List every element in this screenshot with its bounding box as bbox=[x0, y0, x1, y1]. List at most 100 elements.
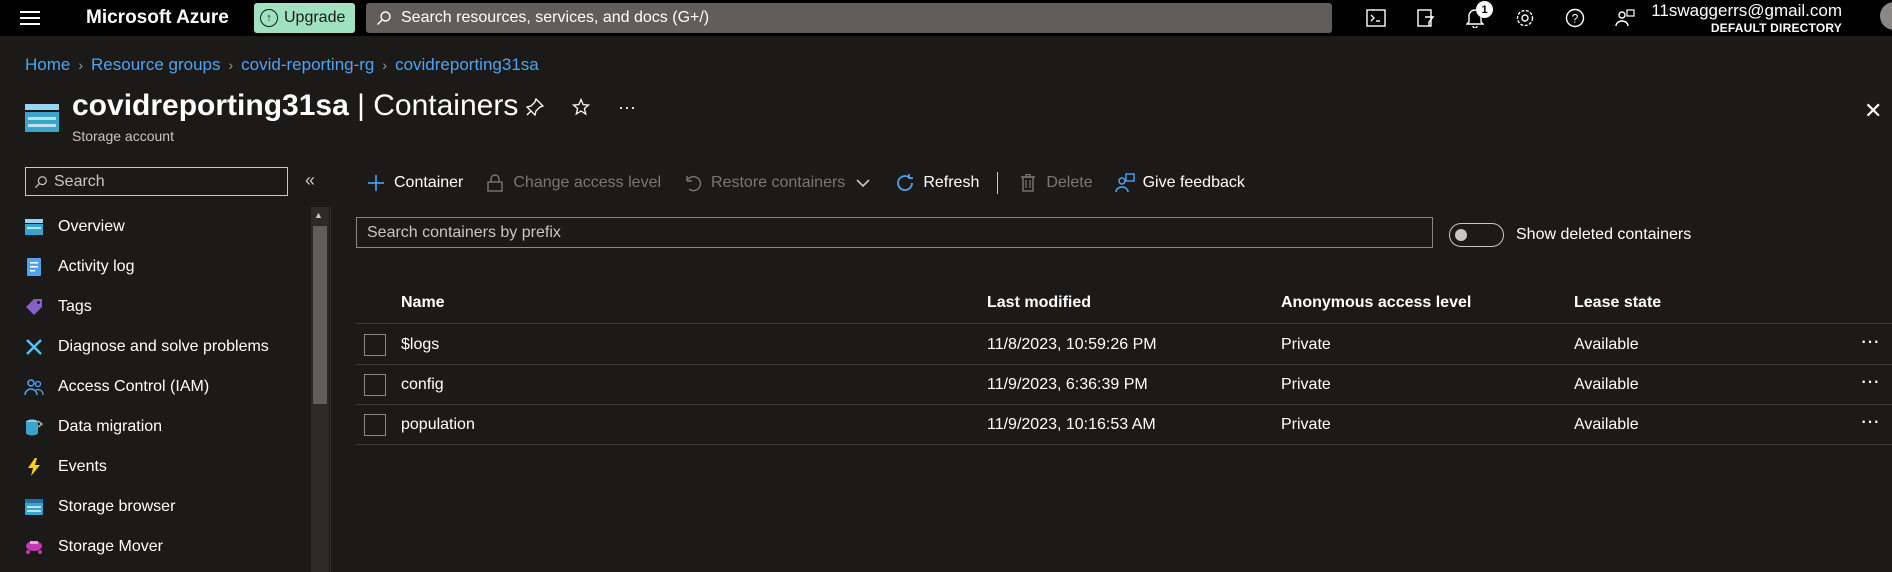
change-access-level-label: Change access level bbox=[513, 174, 662, 191]
pin-icon[interactable] bbox=[524, 96, 546, 118]
account-menu[interactable]: 11swaggerrs@gmail.com DEFAULT DIRECTORY bbox=[1651, 1, 1842, 35]
page-title: covidreporting31sa | Containers bbox=[72, 89, 518, 123]
lightning-icon bbox=[24, 457, 44, 477]
sidebar-item-activity-log[interactable]: Activity log bbox=[0, 247, 310, 287]
trash-icon bbox=[1018, 173, 1038, 193]
lease-state-cell: Available bbox=[1574, 416, 1639, 433]
sidebar-item-label: Overview bbox=[58, 218, 125, 235]
delete-button[interactable]: Delete bbox=[1018, 173, 1093, 193]
give-feedback-label: Give feedback bbox=[1142, 174, 1245, 191]
upgrade-button[interactable]: ↑ Upgrade bbox=[254, 3, 355, 33]
container-prefix-search-input[interactable]: Search containers by prefix bbox=[356, 217, 1433, 248]
undo-icon bbox=[683, 173, 703, 193]
container-name-link[interactable]: $logs bbox=[401, 336, 439, 354]
last-modified-cell: 11/9/2023, 6:36:39 PM bbox=[987, 376, 1148, 393]
sidebar-item-label: Access Control (IAM) bbox=[58, 378, 210, 395]
feedback-person-icon[interactable] bbox=[1613, 6, 1637, 30]
avatar[interactable] bbox=[1880, 2, 1892, 30]
delete-label: Delete bbox=[1046, 174, 1093, 191]
sidebar-item-label: Diagnose and solve problems bbox=[58, 338, 269, 355]
plus-icon bbox=[366, 173, 386, 193]
hamburger-menu-icon[interactable] bbox=[20, 11, 40, 25]
restore-containers-button[interactable]: Restore containers bbox=[683, 173, 873, 193]
give-feedback-button[interactable]: Give feedback bbox=[1114, 173, 1245, 193]
table-row[interactable]: $logs 11/8/2023, 10:59:26 PM Private Ava… bbox=[356, 325, 1892, 365]
sidebar-item-overview[interactable]: Overview bbox=[0, 207, 310, 247]
wrench-icon bbox=[24, 337, 44, 357]
favorite-star-icon[interactable] bbox=[570, 96, 592, 118]
sidebar-item-tags[interactable]: Tags bbox=[0, 287, 310, 327]
change-access-level-button[interactable]: Change access level bbox=[485, 173, 661, 193]
add-container-button[interactable]: Container bbox=[366, 173, 463, 193]
refresh-label: Refresh bbox=[923, 174, 980, 191]
help-question-icon[interactable]: ? bbox=[1563, 6, 1587, 30]
sidebar-item-data-migration[interactable]: Data migration bbox=[0, 407, 310, 447]
arrow-up-circle-icon: ↑ bbox=[260, 9, 278, 27]
row-checkbox[interactable] bbox=[364, 414, 386, 436]
overview-icon bbox=[24, 217, 44, 237]
row-more-options-icon[interactable]: ··· bbox=[1860, 408, 1880, 434]
access-level-cell: Private bbox=[1281, 376, 1331, 393]
access-level-cell: Private bbox=[1281, 416, 1331, 433]
column-header-access-level[interactable]: Anonymous access level bbox=[1281, 294, 1471, 312]
account-directory: DEFAULT DIRECTORY bbox=[1710, 21, 1842, 35]
sidebar-search-input[interactable]: Search bbox=[25, 167, 288, 196]
column-header-name[interactable]: Name bbox=[401, 294, 445, 312]
sidebar-item-events[interactable]: Events bbox=[0, 447, 310, 487]
chevron-down-icon[interactable] bbox=[853, 173, 873, 193]
breadcrumb-resource-group[interactable]: covid-reporting-rg bbox=[241, 55, 374, 75]
table-row[interactable]: population 11/9/2023, 10:16:53 AM Privat… bbox=[356, 405, 1892, 445]
resource-name: covidreporting31sa bbox=[72, 89, 349, 122]
toolbar-divider bbox=[997, 172, 999, 194]
people-icon bbox=[24, 377, 44, 397]
breadcrumb-home[interactable]: Home bbox=[25, 55, 70, 75]
cloud-shell-icon[interactable] bbox=[1364, 6, 1388, 30]
table-header: Name Last modified Anonymous access leve… bbox=[356, 286, 1892, 324]
show-deleted-label: Show deleted containers bbox=[1516, 226, 1692, 243]
settings-gear-icon[interactable] bbox=[1513, 6, 1537, 30]
collapse-sidebar-icon[interactable]: « bbox=[305, 170, 315, 191]
brand-title[interactable]: Microsoft Azure bbox=[86, 7, 229, 29]
sidebar-item-storage-browser[interactable]: Storage browser bbox=[0, 487, 310, 527]
container-name-link[interactable]: population bbox=[401, 416, 475, 434]
column-header-last-modified[interactable]: Last modified bbox=[987, 294, 1091, 312]
breadcrumb-resource-groups[interactable]: Resource groups bbox=[91, 55, 220, 75]
lock-icon bbox=[485, 173, 505, 193]
chevron-right-icon: › bbox=[228, 57, 234, 73]
row-more-options-icon[interactable]: ··· bbox=[1860, 328, 1880, 354]
sidebar-item-diagnose[interactable]: Diagnose and solve problems bbox=[0, 327, 310, 367]
sidebar-item-label: Events bbox=[58, 458, 107, 475]
chevron-right-icon: › bbox=[382, 57, 388, 73]
last-modified-cell: 11/9/2023, 10:16:53 AM bbox=[987, 416, 1156, 433]
sidebar-search-placeholder: Search bbox=[54, 172, 105, 190]
global-search-input[interactable]: Search resources, services, and docs (G+… bbox=[366, 3, 1332, 33]
tag-icon bbox=[24, 297, 44, 317]
sidebar-item-iam[interactable]: Access Control (IAM) bbox=[0, 367, 310, 407]
sidebar-item-storage-mover[interactable]: Storage Mover bbox=[0, 527, 310, 567]
sidebar-item-label: Data migration bbox=[58, 418, 163, 435]
sidebar-menu: Overview Activity log Tags Diagnose and … bbox=[0, 207, 310, 567]
breadcrumb-storage-account[interactable]: covidreporting31sa bbox=[395, 55, 539, 75]
svg-text:?: ? bbox=[1572, 12, 1579, 26]
refresh-button[interactable]: Refresh bbox=[895, 173, 979, 193]
search-icon bbox=[34, 175, 47, 188]
storage-browser-icon bbox=[24, 497, 44, 517]
row-more-options-icon[interactable]: ··· bbox=[1860, 368, 1880, 394]
row-checkbox[interactable] bbox=[364, 374, 386, 396]
container-name-link[interactable]: config bbox=[401, 376, 444, 394]
storage-account-icon bbox=[25, 104, 59, 132]
directory-filter-icon[interactable] bbox=[1414, 6, 1438, 30]
sidebar-scroll-thumb[interactable] bbox=[313, 226, 327, 404]
show-deleted-toggle[interactable] bbox=[1449, 223, 1504, 247]
title-actions: ··· bbox=[524, 96, 638, 118]
row-checkbox[interactable] bbox=[364, 334, 386, 356]
restore-containers-label: Restore containers bbox=[711, 174, 846, 191]
more-options-icon[interactable]: ··· bbox=[616, 96, 638, 118]
column-header-lease-state[interactable]: Lease state bbox=[1574, 294, 1661, 312]
scroll-up-arrow-icon[interactable]: ▲ bbox=[314, 210, 323, 220]
feedback-icon bbox=[1114, 173, 1135, 193]
table-row[interactable]: config 11/9/2023, 6:36:39 PM Private Ava… bbox=[356, 365, 1892, 405]
close-icon[interactable]: ✕ bbox=[1864, 98, 1882, 124]
upgrade-label: Upgrade bbox=[284, 9, 346, 26]
sidebar-item-label: Storage browser bbox=[58, 498, 176, 515]
